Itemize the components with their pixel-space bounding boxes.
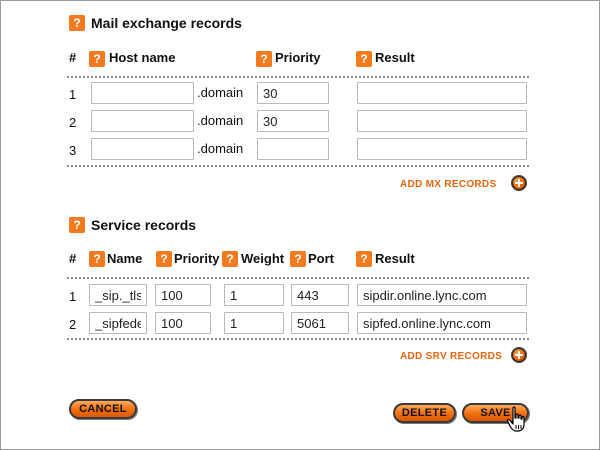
- mx-col-result: Result: [375, 50, 415, 65]
- srv-priority-input[interactable]: [155, 312, 211, 334]
- srv-port-input[interactable]: [291, 312, 349, 334]
- delete-button[interactable]: DELETE: [393, 403, 456, 423]
- help-icon[interactable]: ?: [222, 251, 238, 267]
- mx-domain-suffix: .domain: [197, 113, 244, 128]
- srv-row-num: 2: [69, 317, 77, 332]
- srv-col-name: Name: [107, 251, 143, 266]
- mx-section-title: Mail exchange records: [91, 15, 242, 31]
- dns-records-panel: ? Mail exchange records # ? Host name ? …: [0, 0, 600, 450]
- mx-priority-input[interactable]: [257, 82, 329, 104]
- mx-priority-input[interactable]: [257, 110, 329, 132]
- help-icon[interactable]: ?: [356, 251, 372, 267]
- help-icon[interactable]: ?: [89, 51, 105, 67]
- mx-col-priority: Priority: [275, 50, 321, 65]
- srv-col-weight: Weight: [241, 251, 285, 266]
- mx-col-host: Host name: [109, 50, 176, 65]
- divider: [67, 338, 529, 340]
- mx-result-input[interactable]: [357, 110, 527, 132]
- srv-result-input[interactable]: [357, 284, 527, 306]
- mx-priority-input[interactable]: [257, 138, 329, 160]
- cancel-button[interactable]: CANCEL: [69, 399, 137, 419]
- mx-host-input[interactable]: [91, 138, 194, 160]
- mx-result-input[interactable]: [357, 82, 527, 104]
- help-icon[interactable]: ?: [256, 51, 272, 67]
- divider: [67, 165, 529, 167]
- divider: [67, 76, 529, 78]
- srv-weight-input[interactable]: [224, 312, 284, 334]
- srv-col-result: Result: [375, 251, 415, 266]
- mx-row-num: 3: [69, 143, 77, 158]
- srv-result-input[interactable]: [357, 312, 527, 334]
- help-icon[interactable]: ?: [156, 251, 172, 267]
- mx-host-input[interactable]: [91, 110, 194, 132]
- help-icon[interactable]: ?: [69, 15, 85, 31]
- divider: [67, 277, 529, 279]
- mx-result-input[interactable]: [357, 138, 527, 160]
- srv-col-port: Port: [308, 251, 334, 266]
- srv-col-num: #: [69, 251, 77, 266]
- help-icon[interactable]: ?: [356, 51, 372, 67]
- plus-circle-icon[interactable]: [511, 175, 527, 191]
- srv-name-input[interactable]: [89, 284, 147, 306]
- srv-row-num: 1: [69, 289, 77, 304]
- help-icon[interactable]: ?: [89, 251, 105, 267]
- help-icon[interactable]: ?: [290, 251, 306, 267]
- add-mx-records-link[interactable]: ADD MX RECORDS: [400, 179, 496, 190]
- mx-host-input[interactable]: [91, 82, 194, 104]
- srv-port-input[interactable]: [291, 284, 349, 306]
- mx-row-num: 1: [69, 87, 77, 102]
- mx-domain-suffix: .domain: [197, 141, 244, 156]
- srv-section-title: Service records: [91, 217, 197, 233]
- add-srv-records-link[interactable]: ADD SRV RECORDS: [400, 351, 502, 362]
- srv-col-priority: Priority: [174, 251, 220, 266]
- plus-circle-icon[interactable]: [511, 347, 527, 363]
- help-icon[interactable]: ?: [69, 217, 85, 233]
- mx-domain-suffix: .domain: [197, 85, 244, 100]
- mx-row-num: 2: [69, 115, 77, 130]
- mx-col-num: #: [69, 50, 77, 65]
- srv-weight-input[interactable]: [224, 284, 284, 306]
- srv-priority-input[interactable]: [155, 284, 211, 306]
- hand-cursor-icon: [506, 406, 525, 432]
- srv-name-input[interactable]: [89, 312, 147, 334]
